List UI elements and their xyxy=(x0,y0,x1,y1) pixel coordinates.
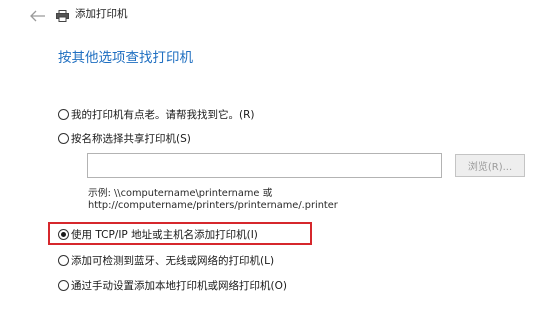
page-heading: 按其他选项查找打印机 xyxy=(58,50,193,66)
option-label: 通过手动设置添加本地打印机或网络打印机(O) xyxy=(71,279,287,292)
radio-button[interactable] xyxy=(58,279,69,291)
radio-selected-dot xyxy=(61,231,66,237)
option-label: 我的打印机有点老。请帮我找到它。(R) xyxy=(71,108,255,121)
add-printer-page: 添加打印机 按其他选项查找打印机 我的打印机有点老。请帮我找到它。(R) 按名称… xyxy=(0,0,550,311)
title-bar: 添加打印机 xyxy=(30,6,128,22)
arrow-left-icon[interactable] xyxy=(30,7,46,22)
example-text-line-1: 示例: \\computername\printername 或 xyxy=(88,188,273,199)
shared-printer-name-input[interactable] xyxy=(87,153,442,178)
option-label: 添加可检测到蓝牙、无线或网络的打印机(L) xyxy=(71,254,275,267)
example-text-line-2: http://computername/printers/printername… xyxy=(88,200,338,211)
option-shared-printer-by-name[interactable]: 按名称选择共享打印机(S) xyxy=(58,131,191,145)
radio-button[interactable] xyxy=(58,254,69,266)
option-old-printer[interactable]: 我的打印机有点老。请帮我找到它。(R) xyxy=(58,107,255,121)
option-bluetooth-wireless-network[interactable]: 添加可检测到蓝牙、无线或网络的打印机(L) xyxy=(58,253,274,267)
printer-icon xyxy=(56,7,69,22)
browse-button[interactable]: 浏览(R)... xyxy=(455,154,525,177)
radio-button[interactable] xyxy=(58,132,69,144)
option-label: 按名称选择共享打印机(S) xyxy=(71,132,191,145)
option-manual-local-or-network[interactable]: 通过手动设置添加本地打印机或网络打印机(O) xyxy=(58,278,287,292)
option-label: 使用 TCP/IP 地址或主机名添加打印机(I) xyxy=(71,228,258,241)
option-tcp-ip-address[interactable]: 使用 TCP/IP 地址或主机名添加打印机(I) xyxy=(58,227,258,241)
radio-button[interactable] xyxy=(58,108,69,120)
window-title: 添加打印机 xyxy=(75,7,128,20)
radio-button-selected[interactable] xyxy=(58,228,69,240)
